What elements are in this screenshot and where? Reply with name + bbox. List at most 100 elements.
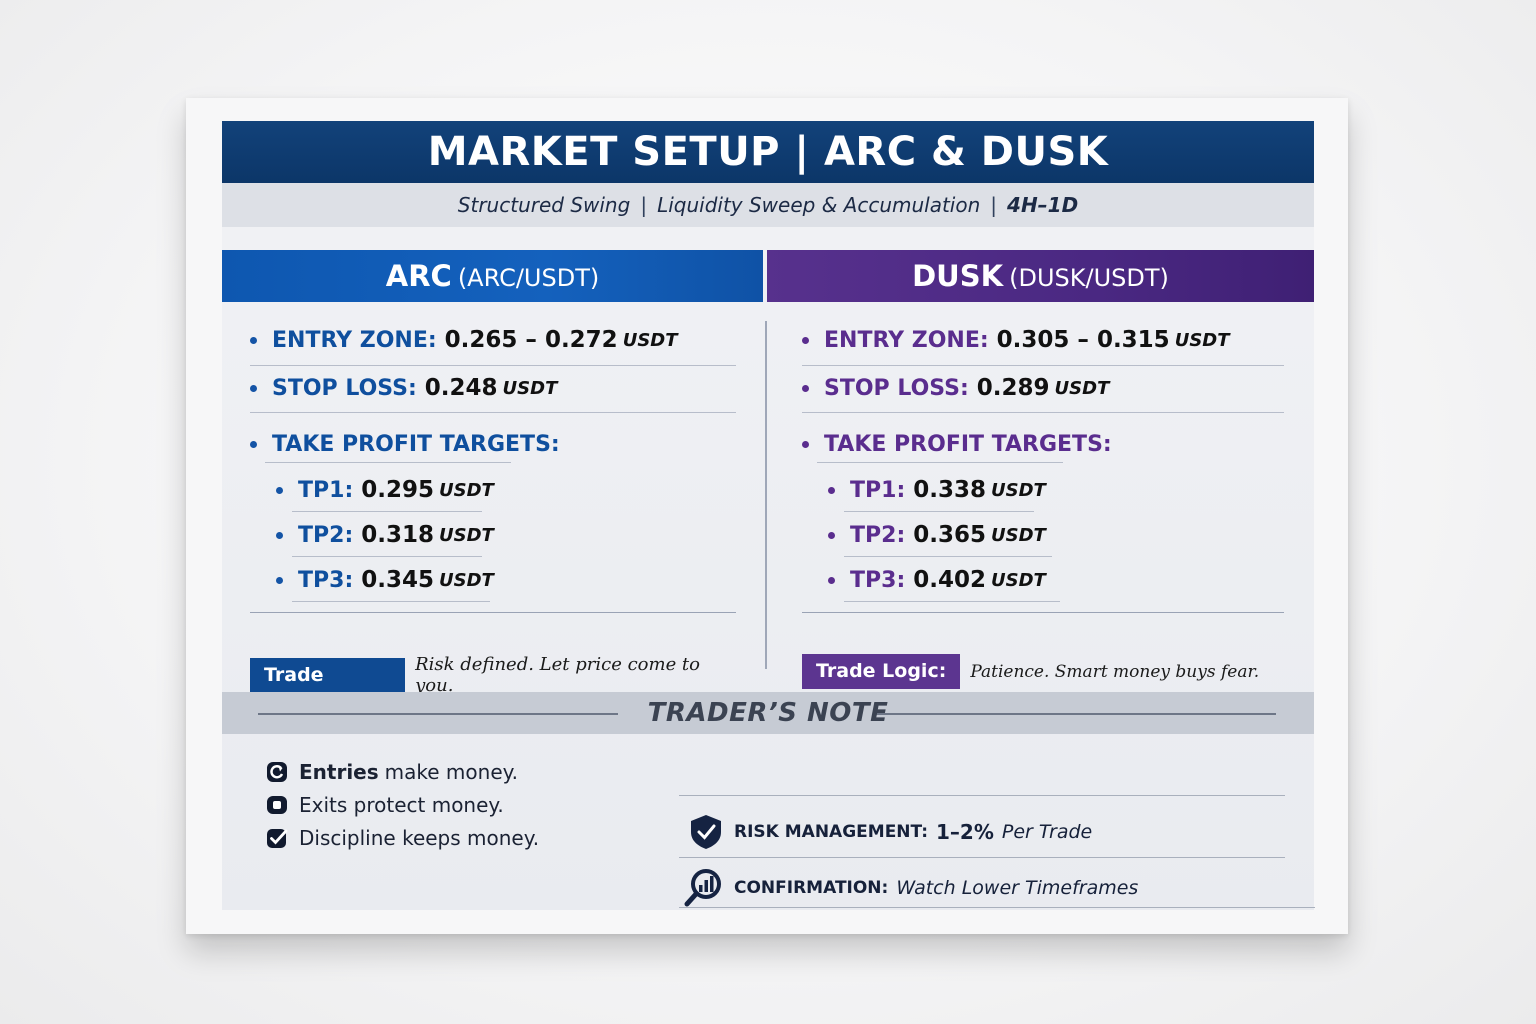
subtitle-separator: | <box>640 193 648 217</box>
arc-entry-label: ENTRY ZONE: <box>272 327 437 353</box>
rule-middle <box>679 857 1285 858</box>
arc-tp3-label: TP3: <box>298 567 354 593</box>
arc-targets-label: TAKE PROFIT TARGETS: <box>272 431 560 457</box>
section-underline <box>802 612 1284 613</box>
unit-label: USDT <box>439 524 494 546</box>
row-underline <box>802 412 1284 413</box>
bullet-dot <box>802 336 809 344</box>
row-underline <box>844 556 1052 557</box>
bullet-dot <box>276 531 283 539</box>
unit-label: USDT <box>502 377 558 399</box>
dusk-tp3-label: TP3: <box>850 567 906 593</box>
arc-logic-badge: Trade Logic: <box>250 657 406 721</box>
traders-note-title: TRADER’S NOTE <box>647 698 889 728</box>
row-underline <box>292 556 482 557</box>
setup-card: MARKET SETUP | ARC & DUSK Structured Swi… <box>186 98 1348 934</box>
dusk-targets-label: TAKE PROFIT TARGETS: <box>824 431 1112 457</box>
bullet-dot <box>276 576 283 584</box>
arc-tp3-row: TP3: 0.345 USDT <box>276 558 494 602</box>
maxim-text: make money. <box>384 760 518 784</box>
arc-stop-label: STOP LOSS: <box>272 375 417 401</box>
rule-top <box>679 795 1285 796</box>
maxim-text: Exits protect money. <box>299 793 504 817</box>
row-underline <box>844 511 1034 512</box>
bullet-dot <box>828 486 835 494</box>
dusk-tp3-row: TP3: 0.402 USDT <box>828 558 1046 602</box>
unit-label: USDT <box>991 479 1046 501</box>
dusk-stop-row: STOP LOSS: 0.289 USDT <box>802 366 1109 410</box>
unit-label: USDT <box>439 479 494 501</box>
row-underline <box>292 511 482 512</box>
bullet-dot <box>802 384 809 392</box>
dusk-code: DUSK <box>912 259 1004 293</box>
dusk-entry-row: ENTRY ZONE: 0.305 – 0.315 USDT <box>802 318 1230 362</box>
bullet-dot <box>828 531 835 539</box>
dusk-logic-badge: Trade Logic: <box>802 654 961 689</box>
dusk-tp2-label: TP2: <box>850 522 906 548</box>
section-underline <box>250 612 736 613</box>
subtitle-timeframe: 4H–1D <box>1007 193 1079 217</box>
arc-stop-row: STOP LOSS: 0.248 USDT <box>250 366 557 410</box>
arc-tp2-row: TP2: 0.318 USDT <box>276 513 494 557</box>
arc-tp1-value: 0.295 <box>361 477 435 503</box>
row-underline <box>844 601 1060 602</box>
risk-management-row: RISK MANAGEMENT: 1–2% Per Trade <box>688 813 1092 851</box>
bullet-dot <box>250 440 257 448</box>
maxim-bold: Entries <box>299 760 379 784</box>
rule-bottom <box>679 907 1315 908</box>
subtitle-strategy: Liquidity Sweep & Accumulation <box>657 193 981 217</box>
bullet-dot <box>802 440 809 448</box>
bullet-dot <box>250 384 257 392</box>
risk-suffix: Per Trade <box>1001 821 1093 843</box>
maxim-text: Discipline keeps money. <box>299 826 540 850</box>
arc-tp1-row: TP1: 0.295 USDT <box>276 468 494 512</box>
dusk-trade-logic: Trade Logic: Patience. Smart money buys … <box>802 654 1259 689</box>
arc-code: ARC <box>385 259 452 293</box>
dusk-tp1-row: TP1: 0.338 USDT <box>828 468 1046 512</box>
unit-label: USDT <box>1054 377 1110 399</box>
arc-tp2-value: 0.318 <box>361 522 435 548</box>
shield-check-icon <box>691 815 721 849</box>
dusk-pair: (DUSK/USDT) <box>1009 264 1169 292</box>
maxim-item: Entries make money. <box>266 757 518 787</box>
dusk-header: DUSK (DUSK/USDT) <box>767 250 1314 302</box>
arc-entry-row: ENTRY ZONE: 0.265 – 0.272 USDT <box>250 318 678 362</box>
confirmation-row: CONFIRMATION: Watch Lower Timeframes <box>684 867 1138 909</box>
dusk-targets-row: TAKE PROFIT TARGETS: <box>802 422 1120 466</box>
dusk-tp3-value: 0.402 <box>913 567 987 593</box>
dusk-tp2-value: 0.365 <box>913 522 987 548</box>
bullet-dot <box>250 336 257 344</box>
confirmation-label: CONFIRMATION: <box>734 878 889 898</box>
arc-tp1-label: TP1: <box>298 477 354 503</box>
subtitle-separator: | <box>990 193 998 217</box>
column-divider <box>765 321 767 669</box>
dusk-tp2-row: TP2: 0.365 USDT <box>828 513 1046 557</box>
magnifier-chart-icon <box>684 869 721 907</box>
arc-tp3-value: 0.345 <box>361 567 435 593</box>
refresh-check-icon <box>267 762 287 782</box>
risk-label: RISK MANAGEMENT: <box>734 822 928 842</box>
traders-note-bar: TRADER’S NOTE <box>222 692 1314 734</box>
dusk-stop-value: 0.289 <box>976 375 1050 401</box>
arc-stop-value: 0.248 <box>424 375 498 401</box>
subtitle-style: Structured Swing <box>457 193 631 217</box>
row-underline <box>250 412 736 413</box>
arc-header: ARC (ARC/USDT) <box>222 250 763 302</box>
unit-label: USDT <box>991 524 1046 546</box>
unit-label: USDT <box>622 329 678 351</box>
arc-logic-text: Risk defined. Let price come to you. <box>415 654 701 696</box>
card-inner: MARKET SETUP | ARC & DUSK Structured Swi… <box>222 121 1315 910</box>
risk-value: 1–2% <box>936 820 994 844</box>
bullet-dot <box>276 486 283 494</box>
checkbox-icon <box>267 829 288 848</box>
arc-tp2-label: TP2: <box>298 522 354 548</box>
row-underline <box>292 601 490 602</box>
confirmation-value: Watch Lower Timeframes <box>896 877 1139 899</box>
stop-square-icon <box>267 796 287 814</box>
row-underline <box>265 462 511 463</box>
unit-label: USDT <box>1174 329 1230 351</box>
subtitle: Structured Swing | Liquidity Sweep & Accum… <box>222 183 1314 227</box>
dusk-entry-value: 0.305 – 0.315 <box>996 327 1170 353</box>
dusk-entry-label: ENTRY ZONE: <box>824 327 989 353</box>
bullet-dot <box>828 576 835 584</box>
